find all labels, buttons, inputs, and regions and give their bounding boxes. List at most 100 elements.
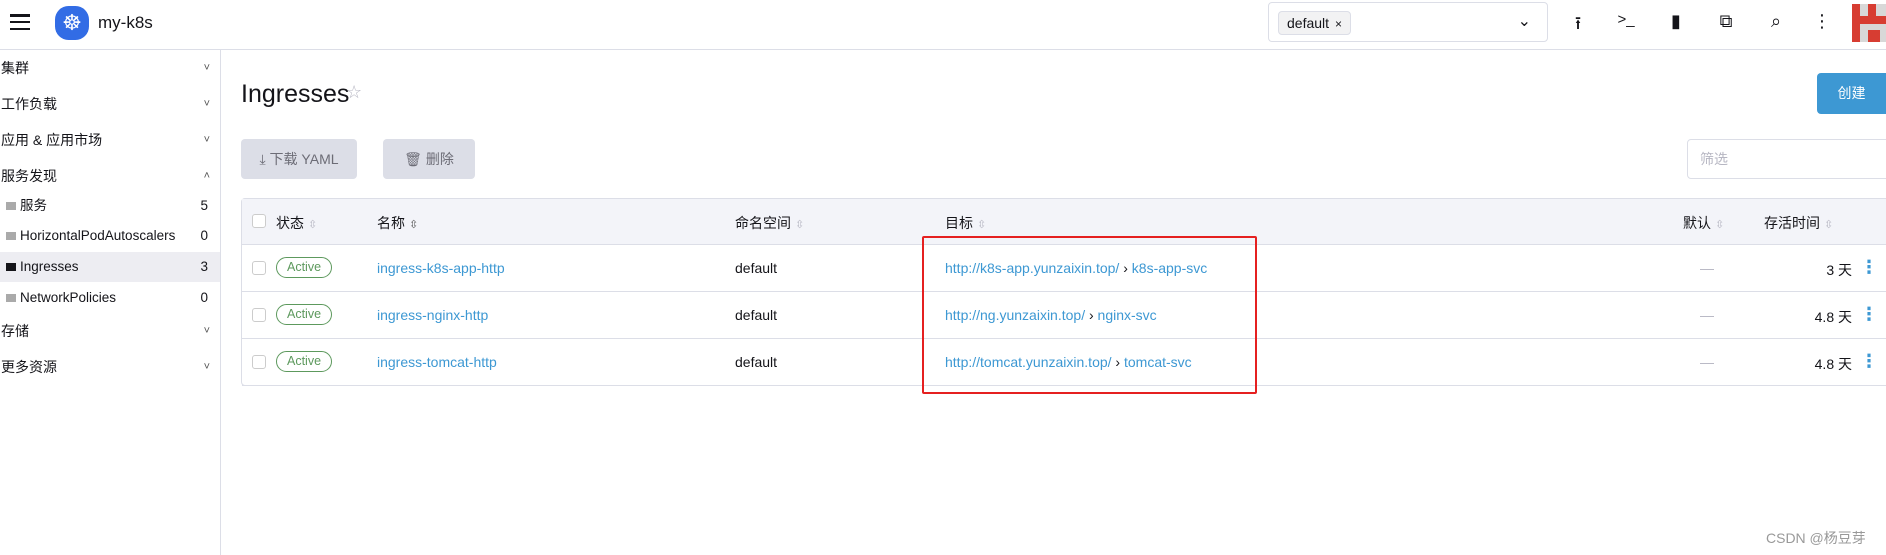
sidebar-group-workloads[interactable]: 工作负载 ˅ (0, 86, 220, 122)
sort-icon: ⇳ (795, 219, 805, 231)
sort-icon: ⇳ (409, 219, 419, 231)
target-service-link[interactable]: k8s-app-svc (1132, 260, 1207, 276)
menu-icon[interactable] (10, 14, 30, 30)
chip-remove-icon[interactable]: × (1335, 17, 1342, 31)
default-cell: — (1700, 354, 1714, 370)
item-label: HorizontalPodAutoscalers (20, 228, 176, 243)
group-label: 服务发现 (1, 168, 57, 184)
search-icon[interactable]: ⌕ (1764, 11, 1788, 32)
cluster-name: my-k8s (98, 13, 153, 32)
column-name[interactable]: 名称 ⇳ (377, 213, 418, 233)
download-yaml-button[interactable]: ⤓ 下载 YAML (241, 139, 357, 179)
status-badge: Active (276, 351, 333, 372)
target-service-link[interactable]: tomcat-svc (1124, 354, 1192, 370)
sort-icon: ⇳ (977, 219, 987, 231)
target-service-link[interactable]: nginx-svc (1098, 307, 1157, 323)
row-actions-icon[interactable]: ⋮ (1860, 351, 1878, 372)
target-cell: http://tomcat.yunzaixin.top/ › tomcat-sv… (945, 354, 1192, 370)
row-actions-icon[interactable]: ⋮ (1860, 304, 1878, 325)
item-label: 服务 (20, 198, 47, 213)
row-checkbox[interactable] (252, 355, 266, 369)
column-age[interactable]: 存活时间 ⇳ (1764, 213, 1833, 233)
download-icon: ⤓ (259, 151, 270, 167)
namespace-chip: default × (1278, 11, 1352, 35)
ingress-name-link[interactable]: ingress-k8s-app-http (377, 260, 505, 276)
column-default[interactable]: 默认 ⇳ (1683, 213, 1724, 233)
sidebar-group-apps[interactable]: 应用 & 应用市场 ˅ (0, 122, 220, 158)
select-all-checkbox[interactable] (252, 214, 266, 228)
ingress-name-link[interactable]: ingress-nginx-http (377, 307, 488, 323)
namespace-selector[interactable]: default × ⌄ (1268, 2, 1548, 42)
row-checkbox[interactable] (252, 261, 266, 275)
chevron-down-icon[interactable]: ⌄ (1518, 11, 1531, 31)
download-label: 下载 YAML (269, 151, 339, 167)
folder-icon (6, 202, 16, 210)
column-target[interactable]: 目标 ⇳ (945, 213, 986, 233)
folder-icon (6, 294, 16, 302)
column-state[interactable]: 状态 ⇳ (276, 213, 317, 233)
ingress-name-link[interactable]: ingress-tomcat-http (377, 354, 497, 370)
target-url-link[interactable]: http://k8s-app.yunzaixin.top/ (945, 260, 1119, 276)
table-row: Active ingress-nginx-http default http:/… (242, 292, 1886, 339)
group-label: 存储 (1, 323, 29, 339)
ingress-table: 状态 ⇳ 名称 ⇳ 命名空间 ⇳ 目标 ⇳ 默认 ⇳ 存活时间 ⇳ Active ingre… (241, 198, 1886, 386)
namespace-chip-label: default (1287, 15, 1330, 31)
table-header: 状态 ⇳ 名称 ⇳ 命名空间 ⇳ 目标 ⇳ 默认 ⇳ 存活时间 ⇳ (242, 199, 1886, 245)
sidebar-group-cluster[interactable]: 集群 ˅ (0, 50, 220, 86)
age-cell: 3 天 (1826, 262, 1852, 278)
sidebar-item-networkpolicies[interactable]: NetworkPolicies 0 (0, 283, 220, 313)
chevron-right-icon: › (1088, 307, 1094, 323)
chevron-right-icon: › (1123, 260, 1128, 276)
age-cell: 4.8 天 (1814, 356, 1852, 372)
delete-button[interactable]: 🗑 删除 (383, 139, 475, 179)
target-cell: http://ng.yunzaixin.top/ › nginx-svc (945, 307, 1157, 323)
chevron-down-icon: ˅ (203, 134, 210, 146)
top-header: ☸ my-k8s default × ⌄ ⭱ >_ ▮ ⧉ ⌕ ⋮ (0, 0, 1886, 50)
more-icon[interactable]: ⋮ (1810, 11, 1834, 32)
filter-input[interactable] (1687, 139, 1886, 179)
sidebar-item-services[interactable]: 服务 5 (0, 191, 220, 221)
namespace-cell: default (735, 260, 778, 276)
group-label: 应用 & 应用市场 (1, 132, 103, 148)
namespace-cell: default (735, 307, 778, 323)
star-icon[interactable]: ☆ (346, 82, 362, 103)
item-label: Ingresses (20, 259, 79, 274)
sidebar: 集群 ˅ 工作负载 ˅ 应用 & 应用市场 ˅ 服务发现 ˄ 服务 5 Horizonta… (0, 50, 221, 555)
chevron-up-icon: ˄ (203, 170, 210, 182)
sidebar-item-hpa[interactable]: HorizontalPodAutoscalers 0 (0, 221, 220, 251)
row-actions-icon[interactable]: ⋮ (1860, 257, 1878, 278)
status-badge: Active (276, 257, 333, 278)
page-title: Ingresses (241, 80, 350, 108)
create-button[interactable]: 创建 (1817, 73, 1886, 114)
table-row: Active ingress-k8s-app-http default http… (242, 245, 1886, 292)
chevron-down-icon: ˅ (203, 325, 210, 337)
terminal-icon[interactable]: >_ (1614, 11, 1638, 28)
sort-icon: ⇳ (1715, 219, 1725, 231)
status-badge: Active (276, 304, 333, 325)
copy-config-icon[interactable]: ⧉ (1714, 11, 1738, 32)
item-count: 0 (200, 290, 208, 305)
chevron-down-icon: ˅ (203, 98, 210, 110)
sort-icon: ⇳ (1824, 219, 1834, 231)
delete-label: 删除 (425, 151, 454, 167)
column-namespace[interactable]: 命名空间 ⇳ (735, 213, 804, 233)
namespace-cell: default (735, 354, 778, 370)
row-checkbox[interactable] (252, 308, 266, 322)
sort-icon: ⇳ (308, 219, 318, 231)
item-count: 5 (200, 198, 208, 213)
upload-icon[interactable]: ⭱ (1566, 11, 1590, 41)
sidebar-item-ingresses[interactable]: Ingresses 3 (0, 252, 220, 282)
default-cell: — (1700, 260, 1714, 276)
file-icon[interactable]: ▮ (1664, 11, 1688, 32)
avatar[interactable] (1852, 4, 1886, 42)
age-cell: 4.8 天 (1814, 309, 1852, 325)
chevron-right-icon: › (1115, 354, 1121, 370)
target-url-link[interactable]: http://tomcat.yunzaixin.top/ (945, 354, 1112, 370)
kubernetes-logo-icon: ☸ (55, 6, 89, 40)
target-url-link[interactable]: http://ng.yunzaixin.top/ (945, 307, 1085, 323)
sidebar-group-service-discovery[interactable]: 服务发现 ˄ (0, 158, 220, 194)
group-label: 更多资源 (1, 359, 57, 375)
item-label: NetworkPolicies (20, 290, 117, 305)
sidebar-group-more-resources[interactable]: 更多资源 ˅ (0, 349, 220, 385)
sidebar-group-storage[interactable]: 存储 ˅ (0, 313, 220, 349)
